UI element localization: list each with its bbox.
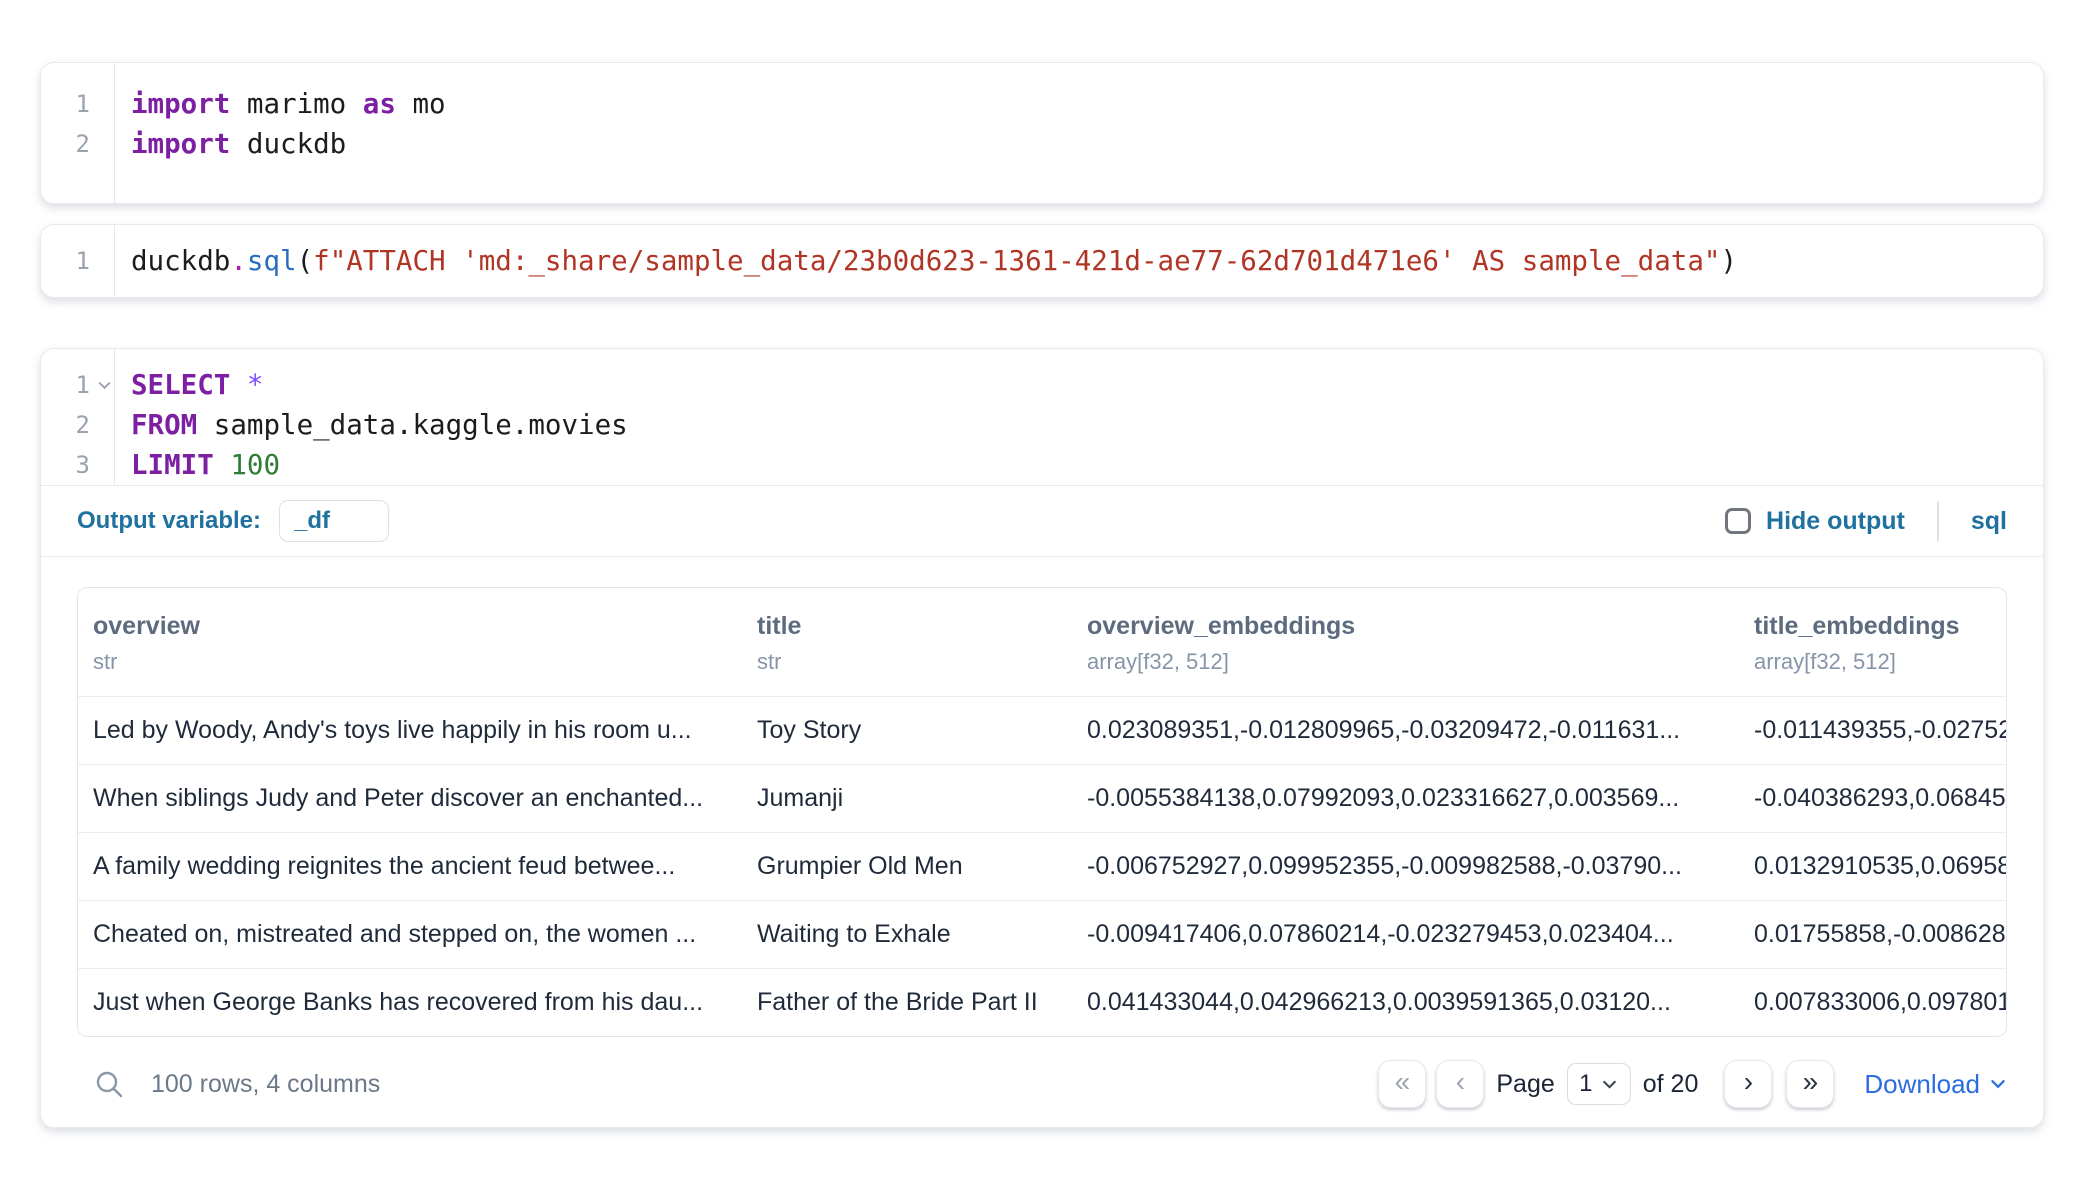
table-cell: -0.040386293,0.068451 xyxy=(1739,784,2006,813)
table-cell: 0.0132910535,0.06958 xyxy=(1739,852,2006,881)
code-line[interactable]: import marimo as mo xyxy=(131,84,2043,124)
hide-output-checkbox[interactable] xyxy=(1725,508,1751,534)
table-cell: -0.011439355,-0.02752 xyxy=(1739,716,2006,745)
table-cell: Father of the Bride Part II xyxy=(742,988,1072,1017)
sql-cell-footer-bar: Output variable: Hide output sql xyxy=(41,485,2043,557)
line-number: 1 xyxy=(41,365,114,405)
column-name: overview xyxy=(93,610,742,642)
table-cell: Waiting to Exhale xyxy=(742,920,1072,949)
line-number: 3 xyxy=(41,445,114,485)
column-header-overview[interactable]: overview str xyxy=(78,610,742,676)
column-header-title[interactable]: title str xyxy=(742,610,1072,676)
line-number: 1 xyxy=(41,241,114,281)
line-number-gutter: 1 xyxy=(41,225,115,297)
column-name: overview_embeddings xyxy=(1087,610,1739,642)
line-number: 2 xyxy=(41,405,114,445)
table-row[interactable]: Cheated on, mistreated and stepped on, t… xyxy=(78,900,2006,968)
table-cell: Jumanji xyxy=(742,784,1072,813)
prev-page-button[interactable]: ‹ xyxy=(1436,1060,1484,1108)
download-button[interactable]: Download xyxy=(1864,1069,2007,1100)
notebook-cell-imports: 12 import marimo as moimport duckdb xyxy=(40,62,2044,204)
page-label: Page xyxy=(1496,1070,1554,1099)
column-type: array[f32, 512] xyxy=(1087,648,1739,676)
table-row[interactable]: A family wedding reignites the ancient f… xyxy=(78,832,2006,900)
table-cell: Led by Woody, Andy's toys live happily i… xyxy=(78,716,742,745)
notebook-cell-attach: 1 duckdb.sql(f"ATTACH 'md:_share/sample_… xyxy=(40,224,2044,298)
table-cell: Grumpier Old Men xyxy=(742,852,1072,881)
output-variable-input[interactable] xyxy=(279,500,389,542)
first-page-icon: « xyxy=(1395,1068,1411,1096)
table-cell: -0.0055384138,0.07992093,0.023316627,0.0… xyxy=(1072,784,1739,813)
download-label: Download xyxy=(1864,1069,1980,1100)
table-header-row: overview str title str overview_embeddingsar… xyxy=(78,588,2006,696)
column-header-overview_embeddings[interactable]: overview_embeddings array[f32, 512] xyxy=(1072,610,1739,676)
dataframe-table: overview str title str overview_embeddingsar… xyxy=(77,587,2007,1037)
table-cell: Cheated on, mistreated and stepped on, t… xyxy=(78,920,742,949)
table-footer: 100 rows, 4 columns « ‹ Page 1 of 20 › »… xyxy=(77,1053,2007,1115)
table-row[interactable]: Just when George Banks has recovered fro… xyxy=(78,968,2006,1036)
cell-language-badge[interactable]: sql xyxy=(1971,507,2007,536)
chevron-down-icon xyxy=(1601,1076,1618,1093)
code-line[interactable]: import duckdb xyxy=(131,124,2043,164)
column-type: str xyxy=(93,648,742,676)
table-row[interactable]: When siblings Judy and Peter discover an… xyxy=(78,764,2006,832)
cell-output-area: overview str title str overview_embeddingsar… xyxy=(41,557,2043,1127)
prev-page-icon: ‹ xyxy=(1456,1068,1465,1096)
column-header-title_embeddings[interactable]: title_embeddings array[f32, 512] xyxy=(1739,610,2006,676)
code-editor[interactable]: import marimo as moimport duckdb xyxy=(115,63,2043,203)
column-type: array[f32, 512] xyxy=(1754,648,2006,676)
column-name: title xyxy=(757,610,1072,642)
table-cell: Toy Story xyxy=(742,716,1072,745)
line-number: 1 xyxy=(41,84,114,124)
notebook-cell-sql: 123 SELECT *FROM sample_data.kaggle.movi… xyxy=(40,348,2044,1128)
code-line[interactable]: SELECT * xyxy=(131,365,2043,405)
code-editor[interactable]: SELECT *FROM sample_data.kaggle.moviesLI… xyxy=(115,349,2043,485)
table-cell: Just when George Banks has recovered fro… xyxy=(78,988,742,1017)
code-line[interactable]: FROM sample_data.kaggle.movies xyxy=(131,405,2043,445)
line-number-gutter: 123 xyxy=(41,349,115,485)
search-icon[interactable] xyxy=(93,1068,125,1100)
chevron-down-icon xyxy=(1989,1075,2007,1093)
code-line[interactable]: duckdb.sql(f"ATTACH 'md:_share/sample_da… xyxy=(131,241,2043,281)
first-page-button[interactable]: « xyxy=(1378,1060,1426,1108)
next-page-icon: › xyxy=(1744,1068,1753,1096)
output-variable-label: Output variable: xyxy=(77,507,261,535)
column-type: str xyxy=(757,648,1072,676)
page-total-label: of 20 xyxy=(1643,1070,1699,1099)
code-line[interactable]: LIMIT 100 xyxy=(131,445,2043,485)
code-editor[interactable]: duckdb.sql(f"ATTACH 'md:_share/sample_da… xyxy=(115,225,2043,297)
table-cell: -0.009417406,0.07860214,-0.023279453,0.0… xyxy=(1072,920,1739,949)
row-count-summary: 100 rows, 4 columns xyxy=(151,1070,380,1099)
page-select[interactable]: 1 xyxy=(1567,1063,1631,1105)
table-row[interactable]: Led by Woody, Andy's toys live happily i… xyxy=(78,696,2006,764)
line-number-gutter: 12 xyxy=(41,63,115,203)
table-body: Led by Woody, Andy's toys live happily i… xyxy=(78,696,2006,1036)
hide-output-label: Hide output xyxy=(1766,507,1905,536)
table-cell: -0.006752927,0.099952355,-0.009982588,-0… xyxy=(1072,852,1739,881)
footer-divider xyxy=(1937,501,1939,541)
table-cell: 0.041433044,0.042966213,0.0039591365,0.0… xyxy=(1072,988,1739,1017)
fold-chevron-icon[interactable] xyxy=(97,365,112,405)
table-cell: When siblings Judy and Peter discover an… xyxy=(78,784,742,813)
line-number: 2 xyxy=(41,124,114,164)
table-cell: 0.023089351,-0.012809965,-0.03209472,-0.… xyxy=(1072,716,1739,745)
column-name: title_embeddings xyxy=(1754,610,2006,642)
table-cell: 0.007833006,0.097801 xyxy=(1739,988,2006,1017)
last-page-icon: » xyxy=(1803,1068,1819,1096)
page-select-value: 1 xyxy=(1579,1070,1592,1098)
next-page-button[interactable]: › xyxy=(1724,1060,1772,1108)
last-page-button[interactable]: » xyxy=(1786,1060,1834,1108)
table-cell: A family wedding reignites the ancient f… xyxy=(78,852,742,881)
table-cell: 0.01755858,-0.0086286 xyxy=(1739,920,2006,949)
